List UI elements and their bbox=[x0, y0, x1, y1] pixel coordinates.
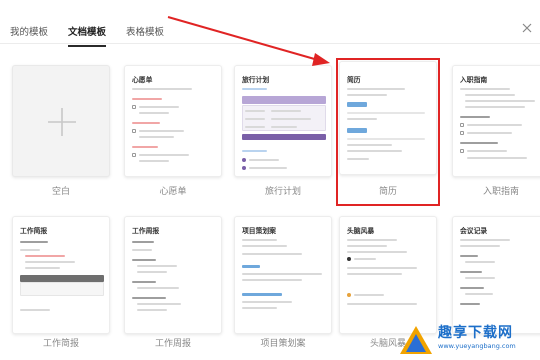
template-card-blank[interactable] bbox=[12, 65, 110, 177]
template-caption-work-brief: 工作简报 bbox=[42, 339, 79, 349]
template-card-project-plan[interactable]: 项目策划案 bbox=[234, 216, 332, 334]
watermark-logo-icon bbox=[400, 326, 432, 354]
card-title: 入职指南 bbox=[460, 76, 488, 84]
close-icon[interactable] bbox=[521, 22, 533, 34]
card-title: 心愿单 bbox=[132, 76, 153, 84]
template-tabs: 我的模板 文档模板 表格模板 bbox=[0, 0, 540, 47]
template-caption-weekly-report: 工作周报 bbox=[154, 339, 191, 349]
template-card-brainstorm[interactable]: 头脑风暴 bbox=[339, 216, 437, 334]
resume-highlight-box bbox=[336, 58, 440, 206]
watermark-url: www.yueyangbang.com bbox=[438, 342, 516, 350]
watermark: 趣享下载网 www.yueyangbang.com bbox=[394, 322, 540, 360]
template-caption-travel: 旅行计划 bbox=[264, 187, 301, 197]
template-card-wishlist[interactable]: 心愿单 bbox=[124, 65, 222, 177]
card-title: 工作简报 bbox=[20, 227, 48, 235]
template-caption-project-plan: 项目策划案 bbox=[260, 339, 306, 349]
tab-doc-templates[interactable]: 文档模板 bbox=[68, 24, 107, 47]
template-card-onboarding[interactable]: 入职指南 bbox=[452, 65, 540, 177]
watermark-brand: 趣享下载网 bbox=[438, 325, 513, 341]
template-card-weekly-report[interactable]: 工作周报 bbox=[124, 216, 222, 334]
plus-icon bbox=[48, 108, 76, 136]
tab-sheet-templates[interactable]: 表格模板 bbox=[126, 24, 164, 38]
card-title: 工作周报 bbox=[132, 227, 160, 235]
card-title: 旅行计划 bbox=[242, 76, 270, 84]
template-caption-blank: 空白 bbox=[51, 187, 70, 197]
template-card-meeting-notes[interactable]: 会议记录 bbox=[452, 216, 540, 334]
card-title: 会议记录 bbox=[460, 227, 488, 235]
template-caption-onboarding: 入职指南 bbox=[482, 187, 519, 197]
tab-my-templates[interactable]: 我的模板 bbox=[10, 24, 48, 38]
card-title: 头脑风暴 bbox=[347, 227, 375, 235]
template-caption-wishlist: 心愿单 bbox=[159, 187, 187, 197]
template-card-work-brief[interactable]: 工作简报 bbox=[12, 216, 110, 334]
card-title: 项目策划案 bbox=[242, 227, 276, 235]
template-card-travel[interactable]: 旅行计划 bbox=[234, 65, 332, 177]
